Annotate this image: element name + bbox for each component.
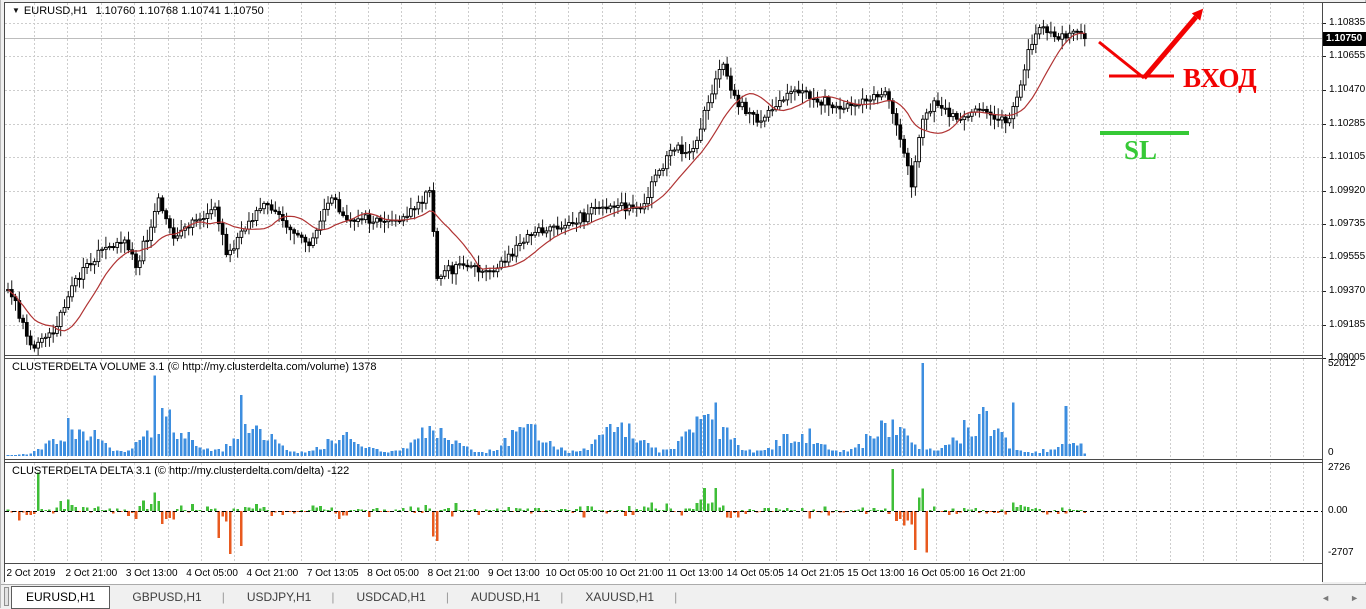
price-axis-label: 1.09735: [1329, 218, 1366, 229]
time-axis-label: 8 Oct 21:00: [427, 568, 480, 579]
tab-scroll-left-icon[interactable]: ◄: [1321, 593, 1330, 603]
price-axis-label: 1.09185: [1329, 319, 1366, 330]
candle-wicks: [7, 19, 1086, 355]
price-axis-tick: [1323, 124, 1326, 125]
tab-divider: |: [560, 590, 564, 604]
tab-divider: |: [331, 590, 335, 604]
time-axis-label: 10 Oct 21:00: [605, 568, 664, 579]
tabbar-gripper[interactable]: [4, 587, 9, 606]
chart-tab-bar: EURUSD,H1 GBPUSD,H1 | USDJPY,H1 | USDCAD…: [1, 584, 1366, 609]
time-axis-label: 11 Oct 13:00: [666, 568, 724, 579]
price-axis-tick: [1323, 224, 1326, 225]
tab-xauusd-h1[interactable]: XAUUSD,H1: [585, 585, 654, 604]
grid-vertical-lines: [34, 3, 1304, 355]
volume-axis-min: 0: [1328, 447, 1334, 458]
price-axis-label: 1.09920: [1329, 185, 1366, 196]
tab-eurusd-h1[interactable]: EURUSD,H1: [11, 586, 111, 609]
price-axis-tick: [1323, 257, 1326, 258]
time-axis-label: 7 Oct 13:05: [306, 568, 359, 579]
price-axis-tick: [1323, 358, 1326, 359]
time-axis-label: 2 Oct 2019: [6, 568, 56, 579]
price-axis-label: 1.09005: [1329, 352, 1366, 363]
delta-axis-zero: 0.00: [1328, 505, 1348, 516]
price-axis-tick: [1323, 56, 1326, 57]
time-axis-label: 9 Oct 13:00: [487, 568, 540, 579]
price-axis-label: 1.10470: [1329, 84, 1366, 95]
price-axis-label: 1.10285: [1329, 118, 1366, 129]
current-price-badge: 1.10750: [1323, 32, 1366, 46]
tab-divider: |: [221, 590, 225, 604]
time-axis-label: 16 Oct 05:00: [907, 568, 965, 579]
delta-axis-min: -2707: [1328, 547, 1354, 558]
tab-divider: |: [445, 590, 449, 604]
time-axis-label: 14 Oct 21:05: [786, 568, 845, 579]
chart-area: ▼ EURUSD,H1 1.10760 1.10768 1.10741 1.1075…: [4, 2, 1322, 584]
price-axis-label: 1.09370: [1329, 285, 1366, 296]
price-axis-tick: [1323, 90, 1326, 91]
entry-annotation-line[interactable]: [1098, 40, 1145, 80]
stop-loss-label: SL: [1124, 135, 1157, 165]
time-axis-label: 3 Oct 13:00: [125, 568, 178, 579]
price-axis[interactable]: 1.10750 52012 0 2726 0.00 -2707 1.10835 1…: [1322, 2, 1366, 582]
tab-audusd-h1[interactable]: AUDUSD,H1: [471, 585, 540, 604]
tab-usdjpy-h1[interactable]: USDJPY,H1: [247, 585, 311, 604]
volume-indicator-pane: CLUSTERDELTA VOLUME 3.1 (© http://my.clu…: [5, 359, 1322, 459]
price-axis-tick: [1323, 157, 1326, 158]
price-axis-label: 1.10655: [1329, 50, 1366, 61]
price-axis-label: 1.09555: [1329, 251, 1366, 262]
time-axis-label: 14 Oct 05:05: [726, 568, 784, 579]
tab-gbpusd-h1[interactable]: GBPUSD,H1: [132, 585, 201, 604]
moving-average-line: [7, 32, 1085, 332]
price-axis-label: 1.10835: [1329, 17, 1366, 28]
candlestick-chart[interactable]: ВХОД SL: [5, 3, 1322, 355]
time-axis-label: 8 Oct 05:00: [367, 568, 419, 579]
volume-histogram[interactable]: [5, 359, 1322, 459]
time-axis-label: 2 Oct 21:00: [65, 568, 118, 579]
tab-scroll-buttons: ◄ ►: [1321, 593, 1359, 603]
price-axis-tick: [1323, 325, 1326, 326]
tab-scroll-right-icon[interactable]: ►: [1350, 593, 1359, 603]
time-axis-label: 16 Oct 21:00: [967, 568, 1026, 579]
time-axis-label: 15 Oct 13:00: [847, 568, 905, 579]
tab-divider: |: [674, 590, 678, 604]
entry-label: ВХОД: [1183, 63, 1257, 93]
price-chart-pane: ▼ EURUSD,H1 1.10760 1.10768 1.10741 1.1075…: [5, 3, 1322, 355]
pane-splitter[interactable]: [5, 355, 1322, 359]
grid-vertical-lines: [34, 359, 1304, 459]
time-axis-label: 4 Oct 05:00: [186, 568, 238, 579]
delta-histogram[interactable]: [5, 463, 1322, 563]
pane-splitter[interactable]: [5, 459, 1322, 463]
delta-axis-max: 2726: [1328, 462, 1351, 473]
price-axis-tick: [1323, 23, 1326, 24]
time-axis-label: 4 Oct 21:00: [246, 568, 299, 579]
price-axis-tick: [1323, 191, 1326, 192]
price-axis-tick: [1323, 291, 1326, 292]
time-axis[interactable]: 2 Oct 2019 2 Oct 21:00 3 Oct 13:00 4 Oct 05…: [5, 563, 1322, 584]
price-axis-label: 1.10105: [1329, 151, 1366, 162]
mt4-window: ▼ EURUSD,H1 1.10760 1.10768 1.10741 1.1075…: [0, 0, 1366, 609]
tab-usdcad-h1[interactable]: USDCAD,H1: [356, 585, 425, 604]
delta-indicator-pane: CLUSTERDELTA DELTA 3.1 (© http://my.clus…: [5, 463, 1322, 563]
grid-vertical-lines: [34, 463, 1304, 563]
time-axis-label: 10 Oct 05:00: [545, 568, 603, 579]
